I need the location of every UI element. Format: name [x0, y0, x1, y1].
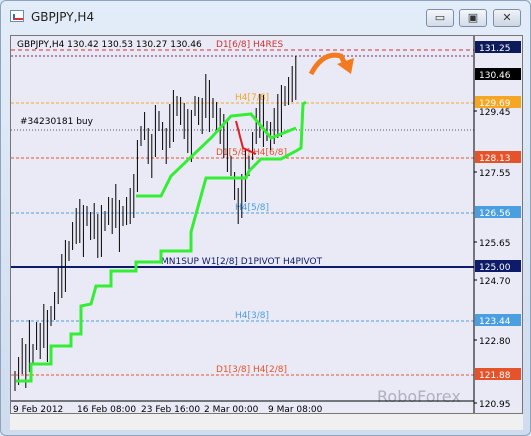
maximize-button[interactable]: ▣ [459, 9, 487, 27]
level-label: D1[6/8] H4RES [216, 40, 283, 50]
axis-tick-label: 124.70 [479, 277, 511, 287]
level-label: H4[5/8] [235, 203, 269, 213]
chart-header: GBPJPY,H4 130.42 130.53 130.27 130.46 [17, 40, 202, 50]
price-tag-text: 130.46 [479, 71, 511, 81]
chart-app-icon [10, 10, 24, 22]
level-label: D1[3/8] H4[2/8] [216, 365, 287, 375]
axis-tick-label: 127.55 [479, 169, 511, 179]
window-title: GBPJPY,H4 [31, 10, 95, 24]
axis-tick-label: 129.45 [479, 108, 511, 118]
status-strip [10, 414, 523, 430]
time-label: 23 Feb 16:00 [141, 405, 200, 413]
time-label: 16 Feb 08:00 [77, 405, 136, 413]
price-tag-text: 126.56 [479, 209, 511, 219]
price-tag-text: 121.88 [479, 371, 511, 381]
axis-tick-label: 125.65 [479, 239, 511, 249]
axis-tick-label: 120.95 [479, 400, 511, 410]
title-bar[interactable]: GBPJPY,H4 ▭ ▣ ✕ [1, 1, 530, 31]
price-tag-text: 131.25 [479, 44, 511, 54]
watermark: RoboForex [377, 387, 461, 406]
level-label: H4[3/8] [235, 311, 269, 321]
price-chart[interactable]: GBPJPY,H4 130.42 130.53 130.27 130.46 #3… [10, 35, 523, 414]
price-tag-text: 125.00 [479, 263, 511, 273]
time-label: 9 Mar 08:00 [268, 405, 323, 413]
price-tag-text: 123.44 [479, 317, 511, 327]
time-label: 9 Feb 2012 [13, 405, 63, 413]
chart-canvas: GBPJPY,H4 130.42 130.53 130.27 130.46 #3… [11, 36, 521, 413]
minimize-button[interactable]: ▭ [426, 9, 454, 27]
level-label: H4[7/8] [235, 93, 269, 103]
close-button[interactable]: ✕ [493, 9, 521, 27]
support-line [16, 100, 307, 383]
price-tag-text: 128.13 [479, 154, 511, 164]
trade-label: #34230181 buy [20, 117, 94, 127]
level-label: MN1SUP W1[2/8] D1PIVOT H4PIVOT [161, 257, 323, 267]
time-label: 2 Mar 00:00 [204, 405, 259, 413]
axis-tick-label: 122.80 [479, 337, 511, 347]
chart-window: GBPJPY,H4 ▭ ▣ ✕ GBPJPY,H4 130.42 130.53 … [0, 0, 531, 436]
